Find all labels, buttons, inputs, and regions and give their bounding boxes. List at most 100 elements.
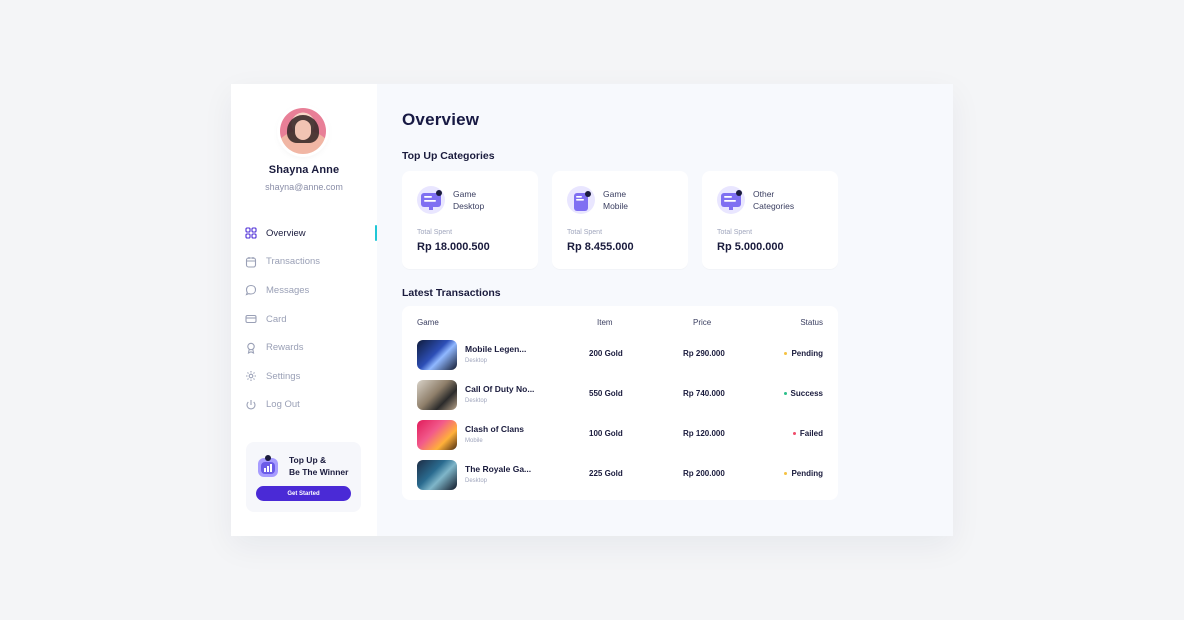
price-cell: Rp 290.000 bbox=[683, 349, 725, 358]
sidebar-item-label: Rewards bbox=[266, 342, 304, 354]
col-price: Price bbox=[693, 318, 712, 327]
grid-icon bbox=[245, 227, 257, 239]
transactions-title: Latest Transactions bbox=[402, 287, 501, 299]
sidebar-nav: Overview Transactions Messages Card Rewa… bbox=[245, 219, 377, 419]
sidebar-item-label: Settings bbox=[266, 370, 301, 382]
status-text: Pending bbox=[791, 469, 823, 478]
promo-line-1: Top Up & bbox=[289, 455, 327, 465]
profile-name: Shayna Anne bbox=[268, 164, 340, 176]
item-cell: 225 Gold bbox=[589, 469, 623, 478]
sidebar-item-overview[interactable]: Overview bbox=[245, 219, 377, 248]
calendar-icon bbox=[245, 256, 257, 268]
promo-text: Top Up & Be The Winner bbox=[289, 454, 348, 478]
category-name: Other Categories bbox=[753, 188, 794, 212]
status-text: Failed bbox=[799, 429, 823, 438]
status-badge: Success bbox=[783, 389, 823, 398]
get-started-button[interactable]: Get Started bbox=[256, 486, 351, 501]
total-spent-label: Total Spent bbox=[567, 229, 603, 236]
status-badge: Pending bbox=[784, 349, 823, 358]
monitor-icon bbox=[721, 190, 742, 210]
table-row[interactable]: Mobile Legen... Desktop 200 Gold Rp 290.… bbox=[417, 340, 823, 372]
chat-icon bbox=[245, 285, 257, 296]
col-item: Item bbox=[597, 318, 613, 327]
mobile-icon bbox=[574, 191, 591, 211]
item-cell: 100 Gold bbox=[589, 429, 623, 438]
categories-list: Game Desktop Total Spent Rp 18.000.500 G… bbox=[402, 171, 838, 269]
cat-icon-bg bbox=[717, 186, 745, 214]
card-icon bbox=[245, 315, 257, 324]
status-badge: Pending bbox=[784, 469, 823, 478]
sidebar-item-label: Overview bbox=[266, 227, 306, 239]
price-cell: Rp 200.000 bbox=[683, 469, 725, 478]
game-platform: Desktop bbox=[465, 398, 488, 404]
sidebar-item-card[interactable]: Card bbox=[245, 305, 377, 334]
status-dot bbox=[784, 352, 788, 355]
category-line-1: Other bbox=[753, 189, 775, 199]
game-thumbnail bbox=[417, 340, 457, 370]
price-cell: Rp 120.000 bbox=[683, 429, 725, 438]
promo-card: Top Up & Be The Winner Get Started bbox=[246, 442, 361, 512]
monitor-icon bbox=[421, 190, 442, 210]
status-text: Pending bbox=[791, 349, 823, 358]
category-card-other[interactable]: Other Categories Total Spent Rp 5.000.00… bbox=[702, 171, 838, 269]
category-line-2: Categories bbox=[753, 201, 795, 211]
col-status: Status bbox=[800, 318, 823, 327]
cat-icon-bg bbox=[567, 186, 595, 214]
award-icon bbox=[247, 342, 255, 354]
total-spent-value: Rp 18.000.500 bbox=[417, 241, 490, 253]
sidebar-item-settings[interactable]: Settings bbox=[245, 362, 377, 391]
item-cell: 200 Gold bbox=[589, 349, 623, 358]
game-thumbnail bbox=[417, 420, 457, 450]
sidebar-item-messages[interactable]: Messages bbox=[245, 276, 377, 305]
table-header: Game Item Price Status bbox=[417, 318, 823, 330]
transactions-table: Game Item Price Status Mobile Legen... D… bbox=[402, 306, 838, 500]
category-name: Game Desktop bbox=[453, 188, 484, 212]
total-spent-label: Total Spent bbox=[417, 229, 453, 236]
sidebar: Shayna Anne shayna@anne.com Overview Tra… bbox=[231, 84, 377, 536]
game-platform: Desktop bbox=[465, 478, 488, 484]
app-window: Shayna Anne shayna@anne.com Overview Tra… bbox=[231, 84, 953, 536]
avatar-face bbox=[295, 120, 311, 140]
promo-line-2: Be The Winner bbox=[289, 467, 349, 477]
table-row[interactable]: Call Of Duty No... Desktop 550 Gold Rp 7… bbox=[417, 380, 823, 412]
sidebar-item-label: Messages bbox=[266, 284, 310, 296]
categories-title: Top Up Categories bbox=[402, 150, 495, 162]
page-title: Overview bbox=[402, 110, 480, 129]
sidebar-item-transactions[interactable]: Transactions bbox=[245, 248, 377, 277]
category-card-desktop[interactable]: Game Desktop Total Spent Rp 18.000.500 bbox=[402, 171, 538, 269]
gear-icon bbox=[246, 371, 256, 382]
table-row[interactable]: Clash of Clans Mobile 100 Gold Rp 120.00… bbox=[417, 420, 823, 452]
cat-icon-bg bbox=[417, 186, 445, 214]
status-text: Success bbox=[790, 389, 823, 398]
category-name: Game Mobile bbox=[603, 188, 628, 212]
main-content: Overview Top Up Categories Game Desktop … bbox=[377, 84, 953, 536]
game-name: Call Of Duty No... bbox=[465, 384, 535, 394]
col-game: Game bbox=[417, 318, 439, 327]
category-line-1: Game bbox=[603, 189, 627, 199]
total-spent-value: Rp 5.000.000 bbox=[717, 241, 784, 253]
game-name: Mobile Legen... bbox=[465, 344, 527, 354]
item-cell: 550 Gold bbox=[589, 389, 623, 398]
status-dot bbox=[783, 392, 787, 395]
category-line-2: Desktop bbox=[453, 201, 485, 211]
game-platform: Desktop bbox=[465, 358, 488, 364]
table-row[interactable]: The Royale Ga... Desktop 225 Gold Rp 200… bbox=[417, 460, 823, 492]
game-name: Clash of Clans bbox=[465, 424, 525, 434]
trophy-icon bbox=[258, 455, 278, 477]
total-spent-label: Total Spent bbox=[717, 229, 753, 236]
sidebar-item-rewards[interactable]: Rewards bbox=[245, 333, 377, 362]
avatar[interactable] bbox=[280, 108, 326, 154]
game-thumbnail bbox=[417, 380, 457, 410]
category-line-2: Mobile bbox=[603, 201, 629, 211]
category-card-mobile[interactable]: Game Mobile Total Spent Rp 8.455.000 bbox=[552, 171, 688, 269]
game-platform: Mobile bbox=[465, 438, 483, 444]
game-name: The Royale Ga... bbox=[465, 464, 532, 474]
sidebar-item-logout[interactable]: Log Out bbox=[245, 391, 377, 420]
status-dot bbox=[784, 472, 788, 475]
sidebar-item-label: Card bbox=[266, 313, 287, 325]
profile-email: shayna@anne.com bbox=[265, 182, 343, 192]
power-icon bbox=[246, 399, 256, 410]
status-badge: Failed bbox=[792, 429, 823, 438]
price-cell: Rp 740.000 bbox=[683, 389, 725, 398]
category-line-1: Game bbox=[453, 189, 477, 199]
